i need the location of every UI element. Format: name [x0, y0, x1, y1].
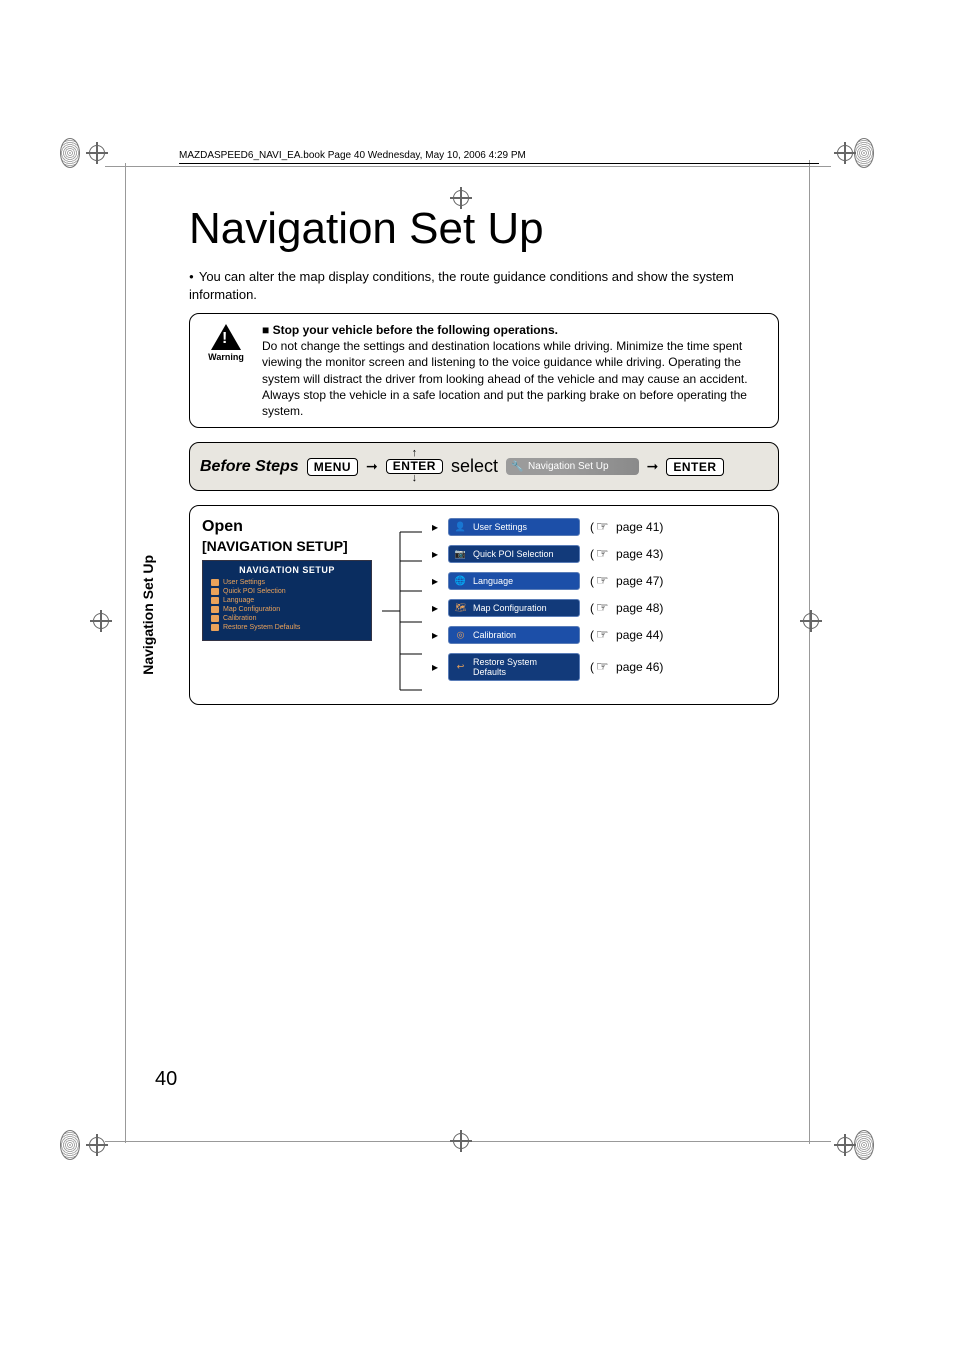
nav-setup-chip[interactable]: 🔧 Navigation Set Up: [506, 458, 639, 475]
crop-mark: [90, 610, 130, 650]
menu-button[interactable]: MENU: [307, 458, 358, 476]
warning-label: Warning: [204, 352, 248, 362]
option-label: Language: [473, 576, 513, 586]
warning-body: Stop your vehicle before the following o…: [262, 322, 768, 419]
page-number: 40: [155, 1068, 177, 1091]
arrow-up-icon: ↑: [412, 449, 418, 459]
before-steps-bar: Before Steps MENU ➞ ↑ ENTER ↓ select 🔧 N…: [189, 442, 779, 491]
page-reference: ( page 46): [590, 660, 663, 674]
crop-mark: [834, 1130, 874, 1170]
warning-text-2: Always stop the vehicle in a safe locati…: [262, 387, 768, 419]
page-reference: ( page 44): [590, 628, 663, 642]
setup-option-row: ▸ ↩ Restore System Defaults ( page 46): [432, 653, 766, 681]
setup-option-row: ▸ 📷 Quick POI Selection ( page 43): [432, 545, 766, 563]
arrow-icon: ▸: [432, 574, 438, 588]
crop-mark: [60, 1130, 100, 1170]
warning-icon: Warning: [204, 322, 248, 419]
page-title: Navigation Set Up: [189, 204, 779, 254]
option-label: Restore System Defaults: [473, 657, 537, 677]
open-label: Open: [202, 518, 372, 536]
arrow-icon: ➞: [647, 458, 659, 475]
nav-screen-item: Calibration: [209, 614, 365, 623]
warning-text-1: Do not change the settings and destinati…: [262, 338, 768, 387]
option-chip[interactable]: 👤 User Settings: [448, 518, 580, 536]
option-icon: ↩: [455, 661, 466, 672]
nav-screen-title: NAVIGATION SETUP: [209, 565, 365, 575]
enter-button-stack[interactable]: ↑ ENTER ↓: [386, 449, 443, 484]
crop-mark: [800, 610, 840, 650]
connector-area: [382, 518, 422, 690]
setup-option-row: ▸ 👤 User Settings ( page 41): [432, 518, 766, 536]
pointer-icon: [596, 548, 614, 559]
option-chip[interactable]: 🗺 Map Configuration: [448, 599, 580, 617]
nav-screen-item: User Settings: [209, 578, 365, 587]
pointer-icon: [596, 629, 614, 640]
open-sublabel: [NAVIGATION SETUP]: [202, 538, 372, 554]
pointer-icon: [596, 575, 614, 586]
page-reference: ( page 48): [590, 601, 663, 615]
book-header-line: MAZDASPEED6_NAVI_EA.book Page 40 Wednesd…: [179, 150, 819, 164]
page-reference: ( page 47): [590, 574, 663, 588]
option-icon: 🌐: [455, 575, 466, 586]
option-label: User Settings: [473, 522, 527, 532]
pointer-icon: [596, 602, 614, 613]
wrench-icon: 🔧: [512, 461, 523, 472]
nav-screen-item: Quick POI Selection: [209, 587, 365, 596]
nav-setup-screenshot: NAVIGATION SETUP User SettingsQuick POI …: [202, 560, 372, 641]
intro-text: You can alter the map display conditions…: [189, 268, 779, 303]
arrow-icon: ▸: [432, 660, 438, 674]
arrow-icon: ➞: [366, 458, 378, 475]
nav-screen-item: Language: [209, 596, 365, 605]
chip-label: Navigation Set Up: [528, 461, 609, 472]
pointer-icon: [596, 661, 614, 672]
enter-button[interactable]: ENTER: [666, 458, 723, 476]
nav-screen-item: Map Configuration: [209, 605, 365, 614]
option-chip[interactable]: 🌐 Language: [448, 572, 580, 590]
option-icon: 🗺: [455, 602, 466, 613]
pointer-icon: [596, 521, 614, 532]
option-label: Quick POI Selection: [473, 549, 554, 559]
option-icon: ◎: [455, 629, 466, 640]
arrow-icon: ▸: [432, 547, 438, 561]
warning-heading: Stop your vehicle before the following o…: [262, 322, 768, 338]
page-reference: ( page 41): [590, 520, 663, 534]
option-label: Map Configuration: [473, 603, 547, 613]
arrow-icon: ▸: [432, 628, 438, 642]
warning-box: Warning Stop your vehicle before the fol…: [189, 313, 779, 428]
option-chip[interactable]: ↩ Restore System Defaults: [448, 653, 580, 681]
crop-mark: [834, 138, 874, 178]
section-tab: Navigation Set Up: [140, 555, 156, 675]
setup-option-row: ▸ ◎ Calibration ( page 44): [432, 626, 766, 644]
page-reference: ( page 43): [590, 547, 663, 561]
setup-option-row: ▸ 🌐 Language ( page 47): [432, 572, 766, 590]
option-icon: 📷: [455, 548, 466, 559]
option-chip[interactable]: 📷 Quick POI Selection: [448, 545, 580, 563]
arrow-icon: ▸: [432, 601, 438, 615]
setup-diagram: Open [NAVIGATION SETUP] NAVIGATION SETUP…: [189, 505, 779, 705]
crop-mark: [60, 138, 100, 178]
setup-option-row: ▸ 🗺 Map Configuration ( page 48): [432, 599, 766, 617]
crop-mark: [450, 1130, 490, 1170]
select-label: select: [451, 456, 498, 477]
nav-screen-item: Restore System Defaults: [209, 623, 365, 632]
option-label: Calibration: [473, 630, 516, 640]
option-icon: 👤: [455, 521, 466, 532]
before-steps-label: Before Steps: [200, 458, 299, 476]
arrow-down-icon: ↓: [412, 474, 418, 484]
option-chip[interactable]: ◎ Calibration: [448, 626, 580, 644]
arrow-icon: ▸: [432, 520, 438, 534]
